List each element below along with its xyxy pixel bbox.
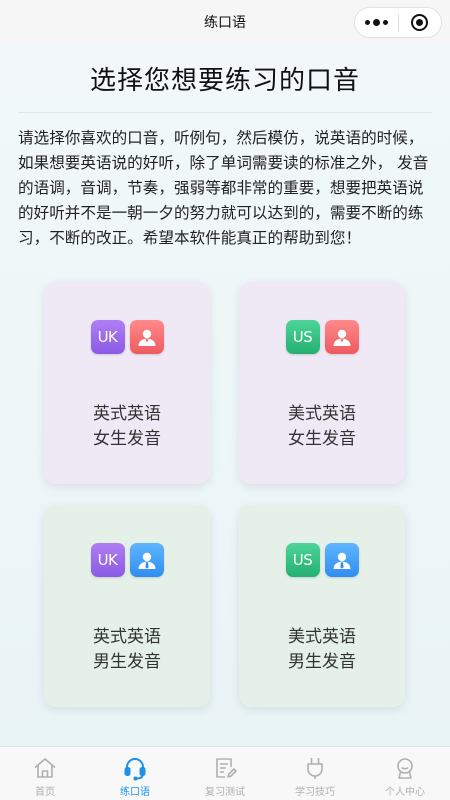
- intro-text: 请选择你喜欢的口音，听例句，然后模仿，说英语的时候，如果想要英语说的好听，除了单…: [18, 129, 429, 247]
- female-avatar-icon: [129, 320, 164, 354]
- bottom-tabbar: 首页 练口语 复习测试 学习技巧 个人中心: [0, 746, 450, 800]
- card-icons: UK: [44, 320, 210, 354]
- more-dots-icon[interactable]: [355, 8, 398, 37]
- card-label-line1: 美式英语: [288, 404, 356, 424]
- us-flag-badge-icon: US: [285, 320, 320, 354]
- tab-label: 首页: [35, 787, 55, 798]
- mini-program-capsule: [354, 7, 442, 38]
- us-flag-badge-icon: US: [285, 543, 320, 577]
- tab-label: 个人中心: [385, 787, 425, 798]
- accent-card-us-male[interactable]: US 美式英语 男生发音: [239, 505, 405, 707]
- card-label: 英式英语 女生发音: [44, 402, 210, 452]
- home-icon: [34, 758, 56, 778]
- card-label-line2: 男生发音: [288, 652, 356, 672]
- card-label-line1: 美式英语: [288, 627, 356, 647]
- card-label-line2: 女生发音: [288, 429, 356, 449]
- card-label-line2: 女生发音: [93, 429, 161, 449]
- page-title: 选择您想要练习的口音: [89, 66, 360, 96]
- profile-icon: [397, 758, 413, 779]
- tab-label: 复习测试: [205, 787, 245, 798]
- male-avatar-icon: [129, 543, 164, 577]
- headset-icon: [124, 758, 146, 781]
- card-icons: UK: [44, 543, 210, 577]
- card-label-line1: 英式英语: [93, 404, 161, 424]
- tab-home[interactable]: 首页: [0, 747, 90, 800]
- plug-icon: [307, 758, 323, 779]
- card-label: 美式英语 男生发音: [239, 625, 405, 675]
- tab-label: 练口语: [120, 787, 150, 798]
- card-label-line1: 英式英语: [93, 627, 161, 647]
- card-label: 美式英语 女生发音: [239, 402, 405, 452]
- male-avatar-icon: [324, 543, 359, 577]
- tab-study-tips[interactable]: 学习技巧: [270, 747, 360, 800]
- tab-label: 学习技巧: [295, 787, 335, 798]
- nav-title: 练口语: [204, 15, 246, 31]
- card-icons: US: [239, 543, 405, 577]
- accent-card-us-female[interactable]: US 美式英语 女生发音: [239, 282, 405, 484]
- uk-flag-badge-icon: UK: [90, 543, 125, 577]
- female-avatar-icon: [324, 320, 359, 354]
- card-label-line2: 男生发音: [93, 652, 161, 672]
- page-content: 选择您想要练习的口音 请选择你喜欢的口音，听例句，然后模仿，说英语的时候，如果想…: [0, 44, 450, 746]
- edit-note-icon: [216, 758, 237, 778]
- card-icons: US: [239, 320, 405, 354]
- accent-card-uk-female[interactable]: UK 英式英语 女生发音: [44, 282, 210, 484]
- title-divider: [18, 112, 432, 113]
- accent-card-uk-male[interactable]: UK 英式英语 男生发音: [44, 505, 210, 707]
- tab-profile[interactable]: 个人中心: [360, 747, 450, 800]
- uk-flag-badge-icon: UK: [90, 320, 125, 354]
- card-label: 英式英语 男生发音: [44, 625, 210, 675]
- tab-practice[interactable]: 练口语: [90, 747, 180, 800]
- top-navbar: 练口语: [0, 0, 450, 44]
- target-close-icon[interactable]: [398, 8, 441, 37]
- tab-review-test[interactable]: 复习测试: [180, 747, 270, 800]
